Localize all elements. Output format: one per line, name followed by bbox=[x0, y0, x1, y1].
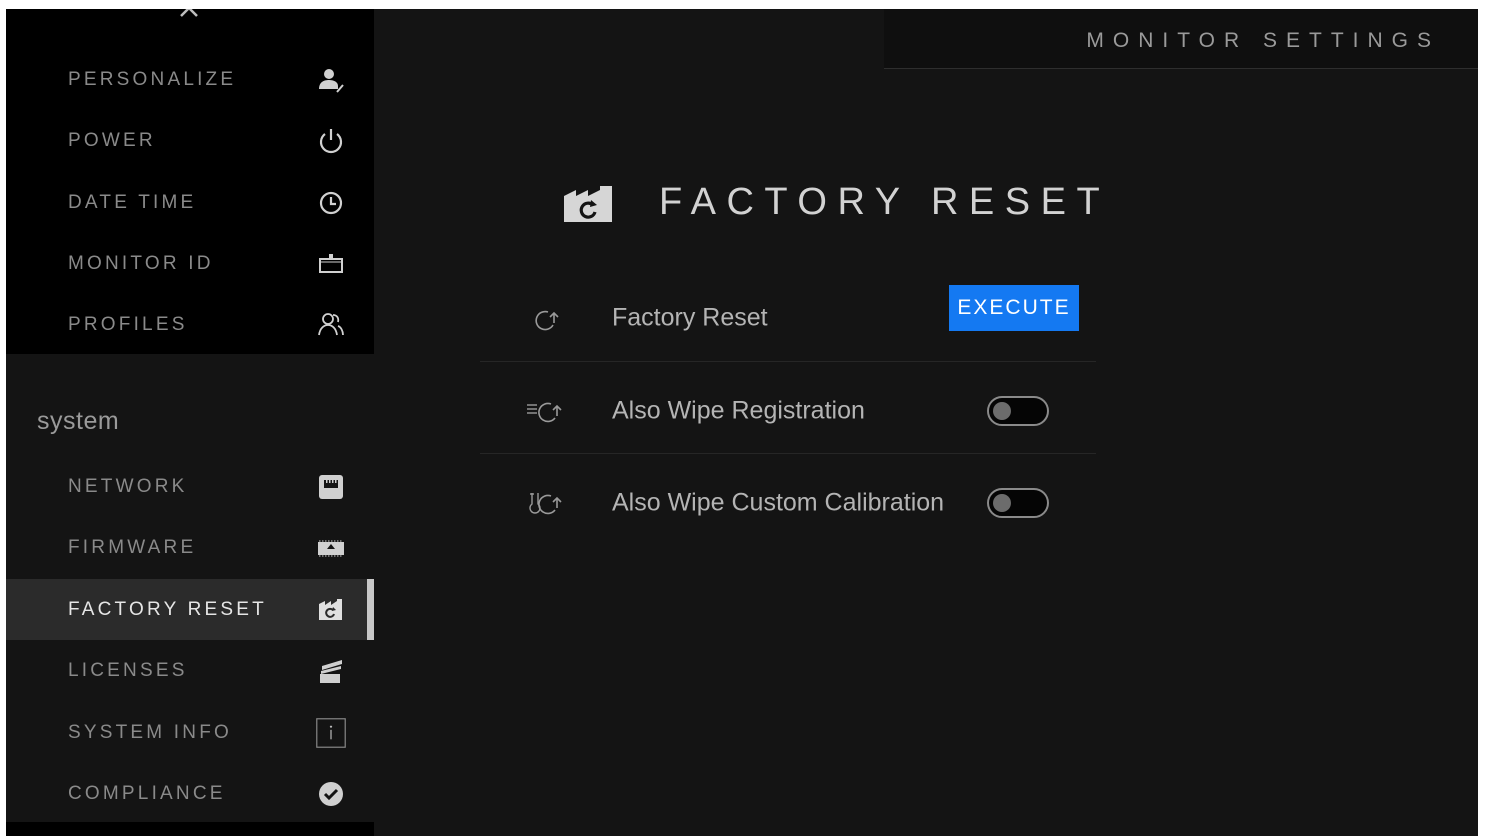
toggle-knob bbox=[993, 494, 1011, 512]
setting-label: Also Wipe Registration bbox=[612, 396, 865, 425]
sidebar-footer bbox=[6, 822, 374, 836]
row-divider bbox=[480, 361, 1096, 362]
sidebar-item-label: DATE TIME bbox=[68, 191, 197, 213]
reset-arrow-icon bbox=[535, 310, 559, 331]
setting-row-wipe-registration: Also Wipe Registration bbox=[480, 365, 1096, 457]
sidebar-item-network[interactable]: NETWORK bbox=[6, 456, 374, 517]
firmware-chip-icon bbox=[316, 533, 346, 563]
header-divider bbox=[884, 68, 1478, 69]
wipe-calibration-icon bbox=[529, 493, 562, 515]
ethernet-port-icon bbox=[316, 472, 346, 502]
app-title: MONITOR SETTINGS bbox=[1086, 29, 1440, 52]
profiles-icon bbox=[316, 310, 346, 340]
app-window: PERSONALIZE POWER DATE TIME MONITOR ID P… bbox=[6, 9, 1478, 836]
chevron-up-icon[interactable] bbox=[178, 9, 200, 19]
sidebar-item-label: MONITOR ID bbox=[68, 252, 214, 274]
setting-row-wipe-calibration: Also Wipe Custom Calibration bbox=[480, 457, 1096, 549]
sidebar-item-label: PROFILES bbox=[68, 313, 188, 335]
sidebar-item-profiles[interactable]: PROFILES bbox=[6, 294, 374, 355]
sidebar-item-firmware[interactable]: FIRMWARE bbox=[6, 517, 374, 578]
power-icon bbox=[316, 126, 346, 156]
sidebar-item-label: SYSTEM INFO bbox=[68, 721, 232, 743]
setting-label: Also Wipe Custom Calibration bbox=[612, 488, 945, 517]
sidebar: PERSONALIZE POWER DATE TIME MONITOR ID P… bbox=[6, 9, 374, 836]
row-divider bbox=[480, 453, 1096, 454]
sidebar-item-licenses[interactable]: LICENSES bbox=[6, 640, 374, 701]
sidebar-item-label: POWER bbox=[68, 129, 156, 151]
info-icon bbox=[316, 717, 346, 748]
wipe-calibration-toggle[interactable] bbox=[987, 488, 1049, 518]
header-bar: MONITOR SETTINGS bbox=[884, 9, 1478, 69]
page-title: FACTORY RESET bbox=[659, 181, 1111, 223]
sidebar-item-label: COMPLIANCE bbox=[68, 782, 226, 804]
wipe-registration-toggle[interactable] bbox=[987, 396, 1049, 426]
setting-row-factory-reset: Factory Reset EXECUTE bbox=[480, 272, 1096, 364]
id-tray-icon bbox=[316, 249, 346, 279]
licenses-cards-icon bbox=[316, 656, 346, 686]
sidebar-item-label: LICENSES bbox=[68, 659, 188, 681]
sidebar-item-personalize[interactable]: PERSONALIZE bbox=[6, 49, 374, 110]
sidebar-item-compliance[interactable]: COMPLIANCE bbox=[6, 763, 374, 824]
sidebar-item-label: NETWORK bbox=[68, 475, 188, 497]
sidebar-item-date-time[interactable]: DATE TIME bbox=[6, 172, 374, 233]
toggle-knob bbox=[993, 402, 1011, 420]
execute-button[interactable]: EXECUTE bbox=[949, 285, 1079, 331]
sidebar-item-label: PERSONALIZE bbox=[68, 68, 237, 90]
user-edit-icon bbox=[316, 65, 346, 95]
sidebar-item-power[interactable]: POWER bbox=[6, 110, 374, 171]
wipe-registration-icon bbox=[527, 402, 562, 423]
sidebar-item-label: FACTORY RESET bbox=[68, 598, 267, 620]
setting-label: Factory Reset bbox=[612, 303, 768, 332]
sidebar-personalization-group: PERSONALIZE POWER DATE TIME MONITOR ID P… bbox=[6, 9, 374, 354]
sidebar-item-label: FIRMWARE bbox=[68, 536, 197, 558]
factory-reset-icon bbox=[564, 186, 612, 222]
sidebar-item-system-info[interactable]: SYSTEM INFO bbox=[6, 702, 374, 763]
clock-icon bbox=[316, 188, 346, 218]
check-circle-icon bbox=[316, 779, 346, 809]
sidebar-item-monitor-id[interactable]: MONITOR ID bbox=[6, 233, 374, 294]
factory-reset-icon bbox=[316, 595, 346, 625]
active-indicator bbox=[367, 579, 374, 640]
sidebar-section-system: system bbox=[37, 407, 120, 435]
sidebar-item-factory-reset[interactable]: FACTORY RESET bbox=[6, 579, 374, 640]
